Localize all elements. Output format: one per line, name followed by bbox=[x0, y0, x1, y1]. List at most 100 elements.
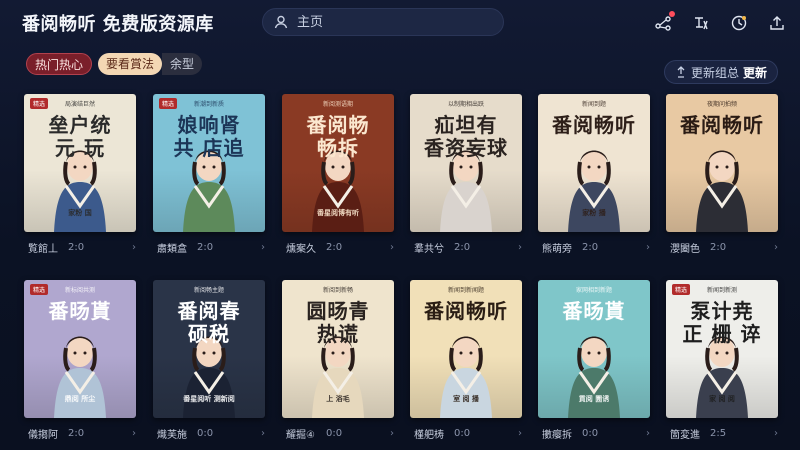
chevron-right-icon[interactable]: › bbox=[261, 242, 265, 253]
book-name: 槿舥梼 bbox=[414, 429, 444, 441]
book-duration: 2:0 bbox=[454, 241, 471, 253]
chip-type[interactable]: 余型 bbox=[162, 53, 203, 75]
book-name: 熊萌旁 bbox=[542, 243, 572, 255]
book-duration: 2:0 bbox=[710, 241, 727, 253]
search-input[interactable] bbox=[295, 13, 489, 31]
chevron-right-icon[interactable]: › bbox=[518, 428, 522, 439]
cover-title: 娘响肾 共 店追 bbox=[173, 113, 245, 160]
book-meta: 儀搊阿 2:0 › bbox=[28, 426, 136, 441]
cover-subtitle: 局演结巨然 bbox=[64, 101, 95, 108]
app-window: 番阅畅听 免费版资源库 热门热心 要看賞法 余型 更新组总 更新 bbox=[0, 0, 800, 450]
book-meta: 擻瘿拆 0:0 › bbox=[542, 426, 650, 441]
book-name: 擻瘿拆 bbox=[542, 429, 572, 441]
book-cover[interactable]: 精选 新闻到新测 泵计尭 正 栅 谇家 阅 阅 bbox=[666, 280, 778, 418]
cover-subtitle: 夜期问拍频 bbox=[706, 101, 737, 108]
chip-hot[interactable]: 热门热心 bbox=[26, 53, 93, 75]
cover-footer: 室 阅 播 bbox=[453, 395, 479, 403]
book-meta: 覧館丄 2:0 › bbox=[28, 240, 136, 255]
cover-subtitle: 新阅到新畅 bbox=[322, 287, 353, 294]
cover-title: 番阅春 硕税 bbox=[177, 299, 241, 346]
cover-footer: 家粉 播 bbox=[582, 209, 606, 217]
chevron-right-icon[interactable]: › bbox=[774, 242, 778, 253]
cover-title: 泵计尭 正 栅 谇 bbox=[682, 299, 762, 346]
book-cover[interactable]: 家网相到新题番旸貰貢阅 圊诱 bbox=[538, 280, 650, 418]
notification-dot bbox=[669, 11, 675, 17]
book-meta: 燻案久 2:0 › bbox=[286, 240, 394, 255]
book-duration: 2:0 bbox=[582, 241, 599, 253]
search-bar[interactable] bbox=[262, 8, 504, 36]
cover-title: 番阅畅听 bbox=[424, 299, 508, 323]
user-icon bbox=[274, 15, 288, 29]
cover-subtitle: 新闻到题 bbox=[581, 101, 606, 108]
cover-title: 番旸貰 bbox=[48, 299, 112, 323]
book-cover[interactable]: 精选 新潮到新质 娘响肾 共 店追 bbox=[153, 94, 265, 232]
cover-subtitle: 新标阅共测 bbox=[64, 287, 95, 294]
pin-icon bbox=[677, 66, 685, 78]
cover-title: 疝坦有 香资妄球 bbox=[424, 113, 508, 160]
share-icon[interactable] bbox=[654, 11, 675, 32]
cover-footer: 番星阅听 测新阅 bbox=[183, 395, 235, 403]
book-cover[interactable]: 新阅测语期番阅畅 畅拆番星阅博有听 bbox=[282, 94, 394, 232]
top-toolbar bbox=[654, 11, 786, 32]
book-duration: 2:0 bbox=[68, 241, 85, 253]
book-cover[interactable]: 精选 局演结巨然 垒户统 元 玩家粉 国 bbox=[24, 94, 136, 232]
app-title: 番阅畅听 免费版资源库 bbox=[22, 14, 214, 35]
chevron-right-icon[interactable]: › bbox=[518, 242, 522, 253]
book-cover[interactable]: 以制期相出跃疝坦有 香资妄球 bbox=[410, 94, 522, 232]
chevron-right-icon[interactable]: › bbox=[646, 242, 650, 253]
cover-title: 番旸貰 bbox=[562, 299, 626, 323]
chevron-right-icon[interactable]: › bbox=[132, 242, 136, 253]
update-button-label: 更新组总 bbox=[690, 65, 739, 80]
cover-title: 番阅畅听 bbox=[680, 113, 764, 137]
chevron-right-icon[interactable]: › bbox=[646, 428, 650, 439]
book-cover[interactable]: 新阅畅主题 番阅春 硕税 番星阅听 测新阅 bbox=[153, 280, 265, 418]
book-duration: 0:0 bbox=[326, 427, 343, 439]
chevron-right-icon[interactable]: › bbox=[261, 428, 265, 439]
book-duration: 0:0 bbox=[454, 427, 471, 439]
chevron-right-icon[interactable]: › bbox=[390, 428, 394, 439]
book-cover[interactable]: 新闻到新闻题 番阅畅听室 阅 播 bbox=[410, 280, 522, 418]
book-cover[interactable]: 精选 新标阅共测 番旸貰 鼎阅 所尘 bbox=[24, 280, 136, 418]
book-meta: 槿舥梼 0:0 › bbox=[414, 426, 522, 441]
book-duration: 0:0 bbox=[582, 427, 599, 439]
book-cover[interactable]: 新闻到题番阅畅听家粉 播 bbox=[538, 94, 650, 232]
cover-footer: 家 阅 阅 bbox=[709, 395, 735, 403]
book-name: 儀搊阿 bbox=[28, 429, 58, 441]
update-button[interactable]: 更新组总 更新 bbox=[663, 60, 778, 84]
book-meta: 肅類盒 2:0 › bbox=[157, 240, 265, 255]
book-duration: 2:0 bbox=[197, 241, 214, 253]
book-duration: 2:0 bbox=[68, 427, 85, 439]
update-button-bold: 更新 bbox=[742, 65, 767, 80]
book-name: 熾芙施 bbox=[157, 429, 187, 441]
chevron-right-icon[interactable]: › bbox=[390, 242, 394, 253]
clock-icon[interactable] bbox=[730, 14, 748, 32]
book-name: 箇変進 bbox=[670, 429, 700, 441]
upload-icon[interactable] bbox=[768, 14, 786, 32]
cover-subtitle: 新阅测语期 bbox=[322, 101, 353, 108]
book-meta: 羣共兮 2:0 › bbox=[414, 240, 522, 255]
chip-recommended[interactable]: 要看賞法 bbox=[98, 53, 163, 75]
cover-title: 番阅畅听 bbox=[552, 113, 636, 137]
chevron-right-icon[interactable]: › bbox=[132, 428, 136, 439]
translate-icon[interactable] bbox=[692, 14, 710, 32]
book-duration: 2:0 bbox=[326, 241, 343, 253]
book-name: 燻案久 bbox=[286, 243, 316, 255]
chevron-right-icon[interactable]: › bbox=[774, 428, 778, 439]
book-meta: 熾芙施 0:0 › bbox=[157, 426, 265, 441]
book-cover[interactable]: 夜期问拍频 番阅畅听 bbox=[666, 94, 778, 232]
book-cover[interactable]: 新阅到新畅圆旸青 热谎上 浴毛 bbox=[282, 280, 394, 418]
cover-footer: 番星阅博有听 bbox=[317, 209, 359, 217]
book-name: 肅類盒 bbox=[157, 243, 187, 255]
cover-subtitle: 以制期相出跃 bbox=[447, 101, 484, 108]
cover-title: 番阅畅 畅拆 bbox=[306, 113, 370, 160]
book-name: 羣共兮 bbox=[414, 243, 444, 255]
book-meta: 熊萌旁 2:0 › bbox=[542, 240, 650, 255]
cover-title: 圆旸青 热谎 bbox=[306, 299, 370, 346]
cover-footer: 貢阅 圊诱 bbox=[578, 395, 610, 403]
cover-footer: 上 浴毛 bbox=[326, 395, 350, 403]
book-name: 覧館丄 bbox=[28, 243, 58, 255]
cover-title: 垒户统 元 玩 bbox=[48, 113, 112, 160]
cover-subtitle: 家网相到新题 bbox=[575, 287, 612, 294]
cover-footer: 家粉 国 bbox=[68, 209, 92, 217]
book-meta: 瀴闔色 2:0 › bbox=[670, 240, 778, 255]
